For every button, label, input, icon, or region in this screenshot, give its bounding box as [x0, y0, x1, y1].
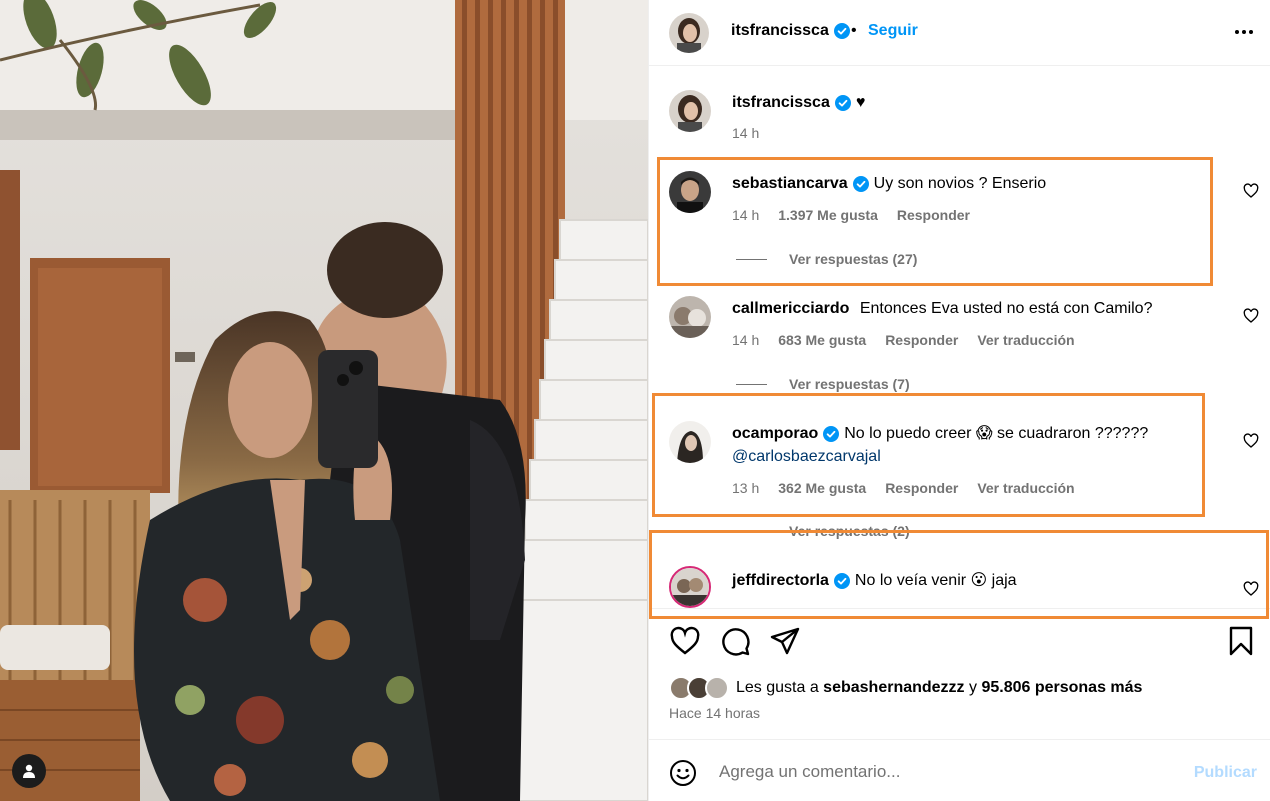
post-image	[0, 0, 648, 801]
comment-meta: 13 h 362 Me gusta Responder Ver traducci…	[732, 480, 1075, 496]
translate-button[interactable]: Ver traducción	[977, 480, 1074, 496]
comment-username[interactable]: ocamporao	[732, 423, 818, 445]
reply-button[interactable]: Responder	[885, 332, 958, 348]
user-tag-icon	[23, 764, 35, 778]
post-actions	[649, 608, 1270, 668]
comment-username[interactable]: callmericciardo	[732, 300, 849, 317]
view-replies-button[interactable]: Ver respuestas (27)	[736, 251, 917, 267]
comment-likes[interactable]: 1.397 Me gusta	[778, 207, 878, 223]
view-replies-label[interactable]: Ver respuestas (27)	[789, 251, 917, 267]
comment-composer: Publicar	[649, 739, 1270, 801]
likes-count[interactable]: 95.806 personas más	[981, 679, 1142, 696]
caption-avatar[interactable]	[669, 90, 711, 132]
replies-divider	[736, 530, 767, 532]
heart-icon[interactable]	[669, 625, 701, 657]
liker-avatar	[705, 676, 729, 700]
header-separator: •	[851, 22, 857, 39]
comment-avatar[interactable]	[669, 171, 711, 213]
comment-mention[interactable]: @carlosbaezcarvajal	[732, 448, 881, 465]
view-replies-button[interactable]: Ver respuestas (2)	[736, 523, 910, 539]
save-icon[interactable]	[1225, 625, 1257, 657]
post-header: itsfrancissca • Seguir	[649, 0, 1270, 66]
emoji-icon[interactable]	[669, 759, 697, 787]
verified-icon	[834, 95, 851, 111]
publish-button[interactable]: Publicar	[1194, 764, 1257, 782]
tagged-users-button[interactable]	[12, 754, 46, 788]
comment-time: 13 h	[732, 480, 760, 496]
comment-likes[interactable]: 362 Me gusta	[778, 480, 866, 496]
comment-text: No lo veía venir 😮 jaja	[854, 572, 1017, 589]
comment-meta: 14 h 683 Me gusta Responder Ver traducci…	[732, 332, 1075, 348]
caption-username[interactable]: itsfrancissca	[732, 92, 830, 114]
comment-like-heart-icon[interactable]	[1243, 183, 1259, 199]
verified-icon	[833, 573, 850, 589]
replies-divider	[736, 383, 767, 385]
post-details-panel: itsfrancissca • Seguir itsfrancissca ♥ 1…	[648, 0, 1270, 801]
likes-user[interactable]: sebashernandezzz	[823, 679, 964, 696]
comment-meta: 14 h 1.397 Me gusta Responder	[732, 207, 970, 223]
likes-summary: Les gusta a sebashernandezzz y 95.806 pe…	[669, 676, 1142, 700]
comment-avatar[interactable]	[669, 421, 711, 463]
view-replies-label[interactable]: Ver respuestas (7)	[789, 376, 910, 392]
caption-meta: 14 h	[732, 125, 759, 141]
replies-divider	[736, 258, 767, 260]
author-username[interactable]: itsfrancissca	[731, 22, 850, 40]
verified-icon	[833, 23, 850, 39]
verified-icon	[852, 176, 869, 192]
caption-text: ♥	[855, 94, 866, 111]
translate-button[interactable]: Ver traducción	[977, 332, 1074, 348]
liked-by-avatars[interactable]	[669, 676, 733, 700]
verified-icon	[823, 426, 840, 442]
reply-button[interactable]: Responder	[897, 207, 970, 223]
comment-username[interactable]: sebastiancarva	[732, 173, 848, 195]
author-username-text[interactable]: itsfrancissca	[731, 22, 829, 40]
comment-input[interactable]	[719, 754, 1179, 790]
comment-like-heart-icon[interactable]	[1243, 433, 1259, 449]
post-photo[interactable]	[0, 0, 648, 801]
likes-prefix: Les gusta a	[736, 679, 824, 696]
author-avatar[interactable]	[669, 13, 709, 53]
share-icon[interactable]	[769, 625, 801, 657]
more-options-icon[interactable]	[1235, 30, 1253, 34]
reply-button[interactable]: Responder	[885, 480, 958, 496]
comment-like-heart-icon[interactable]	[1243, 581, 1259, 597]
view-replies-label[interactable]: Ver respuestas (2)	[789, 523, 910, 539]
comment-avatar[interactable]	[669, 296, 711, 338]
follow-button[interactable]: Seguir	[868, 22, 918, 40]
comment-time: 14 h	[732, 207, 760, 223]
comment-icon[interactable]	[719, 625, 751, 657]
comment-time: 14 h	[732, 332, 760, 348]
caption-time: 14 h	[732, 125, 760, 141]
comment-text: Entonces Eva usted no está con Camilo?	[859, 300, 1153, 317]
comment-like-heart-icon[interactable]	[1243, 308, 1259, 324]
comment-text: No lo puedo creer 😱 se cuadraron ??????	[844, 425, 1149, 442]
comment-likes[interactable]: 683 Me gusta	[778, 332, 866, 348]
view-replies-button[interactable]: Ver respuestas (7)	[736, 376, 910, 392]
comment-avatar-story[interactable]	[669, 566, 711, 608]
comment-text: Uy son novios ? Enserio	[873, 175, 1047, 192]
post-time: Hace 14 horas	[669, 705, 761, 721]
comment-username[interactable]: jeffdirectorla	[732, 570, 829, 592]
likes-middle: y	[964, 679, 982, 696]
